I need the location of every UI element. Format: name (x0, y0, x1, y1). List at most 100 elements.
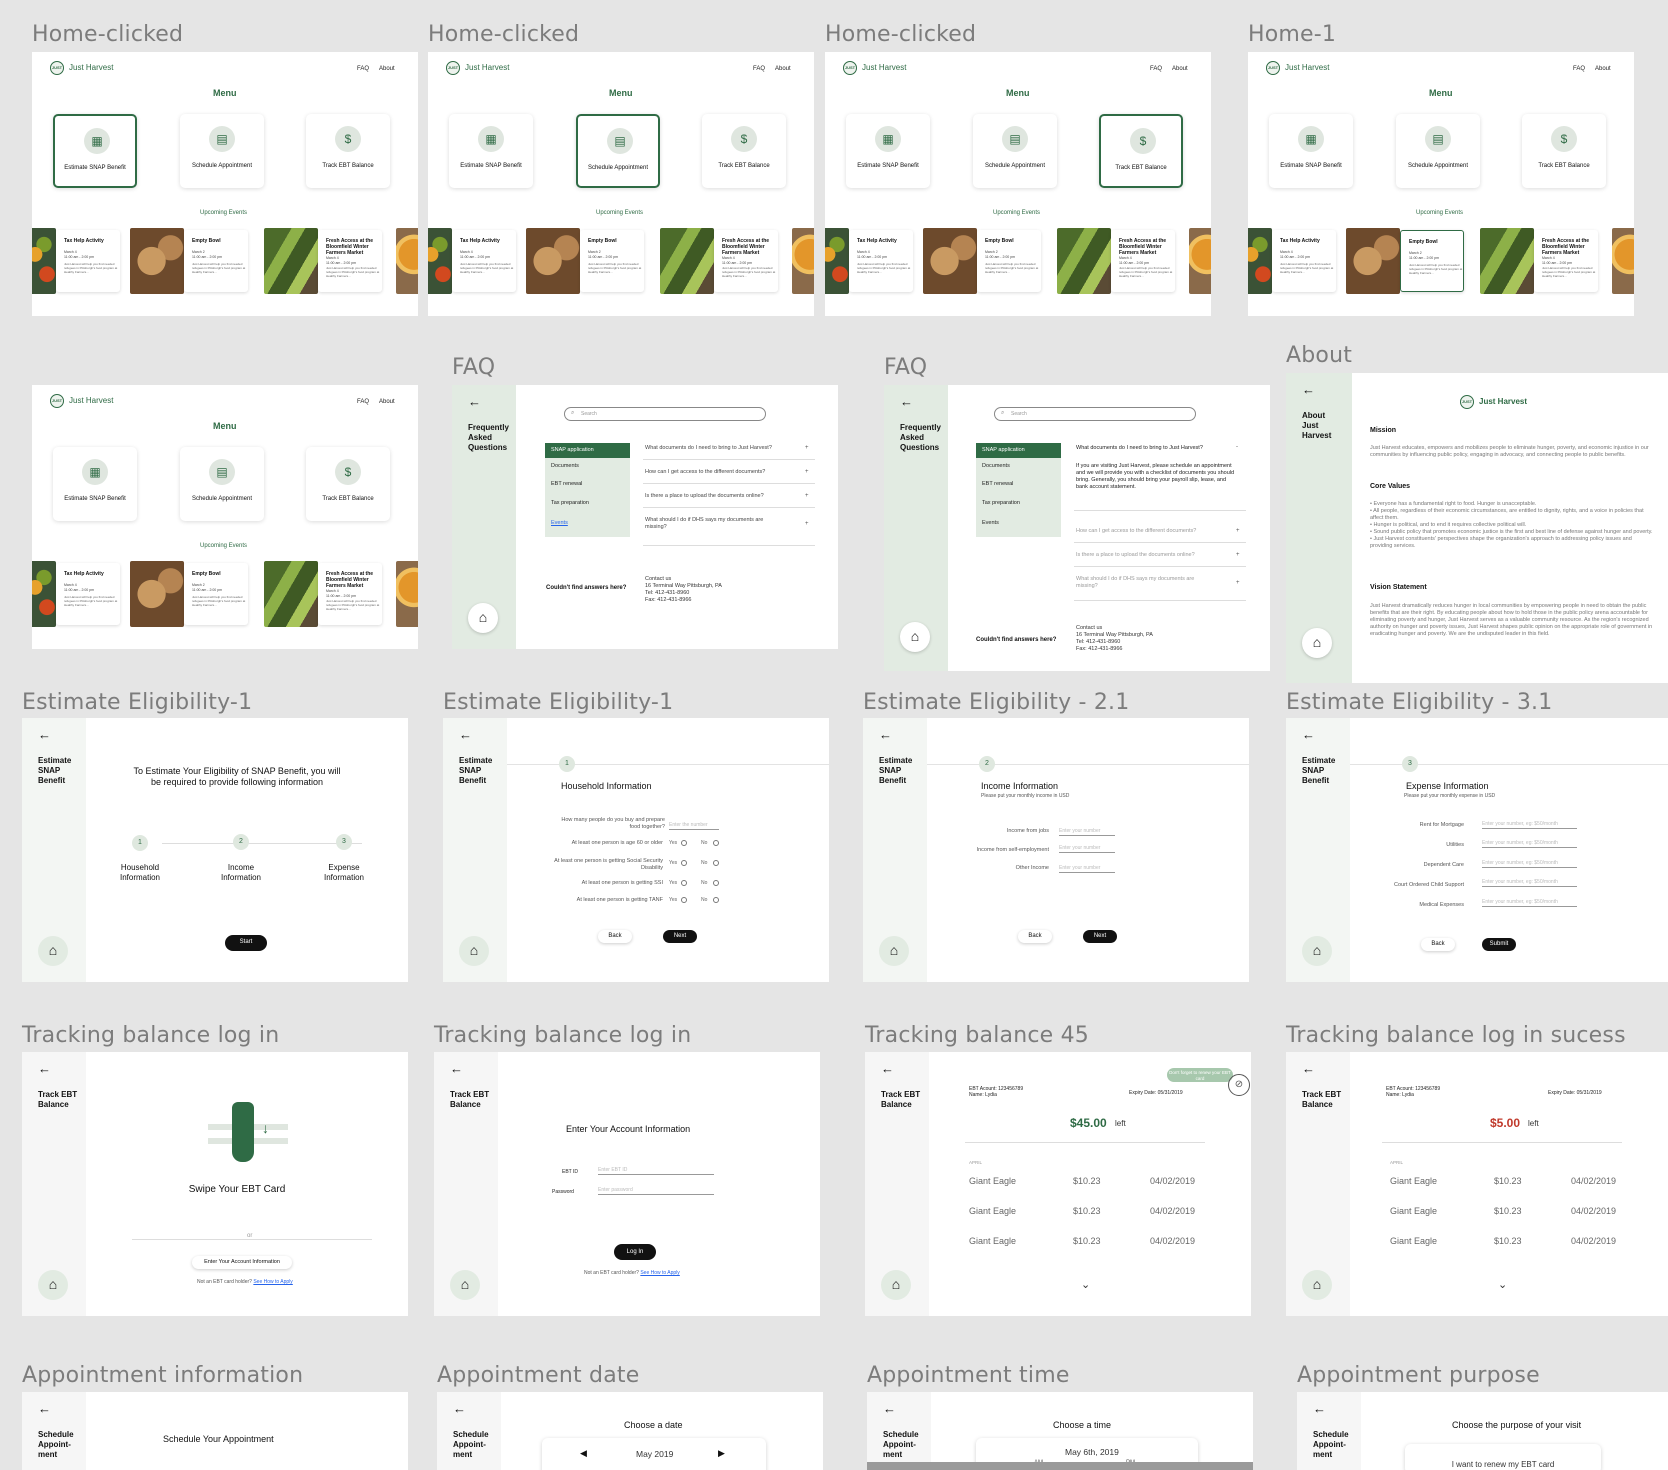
yes-radio[interactable] (681, 880, 687, 886)
back-button[interactable]: Back (1018, 930, 1052, 943)
chevron-down-icon[interactable]: ⌄ (1081, 1278, 1090, 1291)
event-card[interactable]: Empty Bowl March 2 11:00 am - 2:00 pm Ju… (1400, 230, 1464, 292)
faq-question[interactable]: How can I get access to the different do… (1076, 528, 1221, 535)
back-button[interactable]: Back (1421, 938, 1455, 951)
start-button[interactable]: Start (225, 935, 267, 951)
home-icon[interactable]: ⌂ (38, 936, 68, 966)
back-arrow-icon[interactable]: ← (459, 728, 472, 741)
nav-about-link[interactable]: About (1595, 66, 1611, 72)
back-arrow-icon[interactable]: ← (468, 395, 481, 408)
yes-radio[interactable] (681, 860, 687, 866)
no-radio[interactable] (713, 840, 719, 846)
no-radio[interactable] (713, 880, 719, 886)
collapse-icon[interactable]: - (1236, 444, 1238, 450)
schedule-card[interactable]: ▤ Schedule Appointment (576, 114, 660, 188)
logo-icon[interactable]: JUST (1266, 61, 1280, 75)
horizontal-scrollbar[interactable] (867, 1462, 1253, 1470)
event-card[interactable]: Tax Help Activity March 4 11:00 am - 2:0… (56, 563, 120, 625)
back-arrow-icon[interactable]: ← (900, 395, 913, 408)
renew-reminder-bubble[interactable]: Don't forget to renew your EBT card (1167, 1068, 1233, 1082)
faq-question[interactable]: What documents do I need to bring to Jus… (645, 445, 790, 452)
how-to-apply-link[interactable]: See How to Apply (253, 1279, 292, 1285)
home-icon[interactable]: ⌂ (38, 1270, 68, 1300)
faq-nav-item[interactable]: Documents (551, 463, 579, 469)
nav-about-link[interactable]: About (379, 66, 395, 72)
utilities-input[interactable]: Enter your number, eg: $50/month (1482, 839, 1577, 848)
faq-nav-item[interactable]: Events (551, 520, 568, 526)
logo-icon[interactable]: JUST (50, 394, 64, 408)
nav-about-link[interactable]: About (1172, 66, 1188, 72)
estimate-card[interactable]: ▦ Estimate SNAP Benefit (1269, 114, 1353, 188)
faq-nav-item[interactable]: Events (982, 520, 999, 526)
ebt-id-input[interactable]: Enter EBT ID (598, 1166, 714, 1175)
home-icon[interactable]: ⌂ (900, 622, 930, 652)
estimate-card[interactable]: ▦ Estimate SNAP Benefit (449, 114, 533, 188)
logo-icon[interactable]: JUST (843, 61, 857, 75)
faq-nav-item[interactable]: EBT renewal (551, 481, 582, 487)
next-button[interactable]: Next (1083, 930, 1117, 943)
event-card[interactable]: Empty Bowl March 2 11:00 am - 2:00 pm Ju… (184, 563, 248, 625)
home-icon[interactable]: ⌂ (879, 936, 909, 966)
search-input[interactable]: ⌕ Search (994, 407, 1196, 421)
schedule-card[interactable]: ▤ Schedule Appointment (180, 447, 264, 521)
no-radio[interactable] (713, 860, 719, 866)
card-reminder-icon[interactable]: ⊘ (1228, 1074, 1250, 1096)
income-jobs-input[interactable]: Enter your number (1059, 827, 1115, 836)
schedule-card[interactable]: ▤ Schedule Appointment (973, 114, 1057, 188)
yes-radio[interactable] (681, 840, 687, 846)
faq-nav-item[interactable]: Tax preparation (982, 500, 1020, 506)
faq-question[interactable]: How can I get access to the different do… (645, 469, 790, 476)
faq-question[interactable]: Is there a place to upload the documents… (645, 493, 790, 500)
chevron-down-icon[interactable]: ⌄ (1498, 1278, 1507, 1291)
faq-nav-item[interactable]: EBT renewal (982, 481, 1013, 487)
password-input[interactable]: Enter password (598, 1186, 714, 1195)
track-card[interactable]: $ Track EBT Balance (1099, 114, 1183, 188)
faq-nav-item[interactable]: SNAP application (545, 443, 630, 458)
medical-input[interactable]: Enter your number, eg: $50/month (1482, 898, 1577, 907)
back-arrow-icon[interactable]: ← (1302, 1062, 1315, 1075)
submit-button[interactable]: Submit (1482, 938, 1516, 951)
login-button[interactable]: Log In (614, 1244, 656, 1260)
how-to-apply-link[interactable]: See How to Apply (640, 1270, 679, 1276)
prev-month-icon[interactable]: ◀ (580, 1448, 587, 1459)
track-card[interactable]: $ Track EBT Balance (306, 114, 390, 188)
nav-about-link[interactable]: About (775, 66, 791, 72)
event-card[interactable]: Fresh Access at the Bloomfield Winter Fa… (1111, 230, 1175, 292)
expand-icon[interactable]: + (1236, 528, 1240, 534)
event-card[interactable]: Tax Help Activity March 4 11:00 am - 2:0… (56, 230, 120, 292)
income-self-input[interactable]: Enter your number (1059, 844, 1115, 853)
back-arrow-icon[interactable]: ← (453, 1402, 466, 1415)
next-month-icon[interactable]: ▶ (718, 1448, 725, 1459)
faq-question[interactable]: Is there a place to upload the documents… (1076, 552, 1221, 559)
nav-about-link[interactable]: About (379, 399, 395, 405)
back-arrow-icon[interactable]: ← (1313, 1402, 1326, 1415)
event-card[interactable]: Tax Help Activity March 4 11:00 am - 2:0… (849, 230, 913, 292)
expand-icon[interactable]: + (1236, 552, 1240, 558)
home-icon[interactable]: ⌂ (1302, 936, 1332, 966)
next-button[interactable]: Next (663, 930, 697, 943)
back-arrow-icon[interactable]: ← (38, 1062, 51, 1075)
child-support-input[interactable]: Enter your number, eg: $50/month (1482, 878, 1577, 887)
expand-icon[interactable]: + (805, 445, 809, 451)
search-input[interactable]: ⌕ Search (564, 407, 766, 421)
back-arrow-icon[interactable]: ← (879, 728, 892, 741)
enter-account-button[interactable]: Enter Your Account Information (192, 1256, 292, 1269)
back-button[interactable]: Back (598, 930, 632, 943)
logo-icon[interactable]: JUST (50, 61, 64, 75)
no-radio[interactable] (713, 897, 719, 903)
nav-faq-link[interactable]: FAQ (357, 399, 369, 405)
estimate-card[interactable]: ▦ Estimate SNAP Benefit (53, 447, 137, 521)
home-icon[interactable]: ⌂ (459, 936, 489, 966)
nav-faq-link[interactable]: FAQ (1150, 66, 1162, 72)
expand-icon[interactable]: + (805, 469, 809, 475)
back-arrow-icon[interactable]: ← (881, 1062, 894, 1075)
event-card[interactable]: Fresh Access at the Bloomfield Winter Fa… (1534, 230, 1598, 292)
purpose-option[interactable]: I want to renew my EBT card (1405, 1444, 1601, 1470)
income-other-input[interactable]: Enter your number (1059, 864, 1115, 873)
event-card[interactable]: Empty Bowl March 2 11:00 am - 2:00 pm Ju… (977, 230, 1041, 292)
schedule-card[interactable]: ▤ Schedule Appointment (180, 114, 264, 188)
home-icon[interactable]: ⌂ (450, 1270, 480, 1300)
back-arrow-icon[interactable]: ← (1302, 383, 1315, 396)
estimate-card[interactable]: ▦ Estimate SNAP Benefit (53, 114, 137, 188)
faq-nav-item[interactable]: Documents (982, 463, 1010, 469)
